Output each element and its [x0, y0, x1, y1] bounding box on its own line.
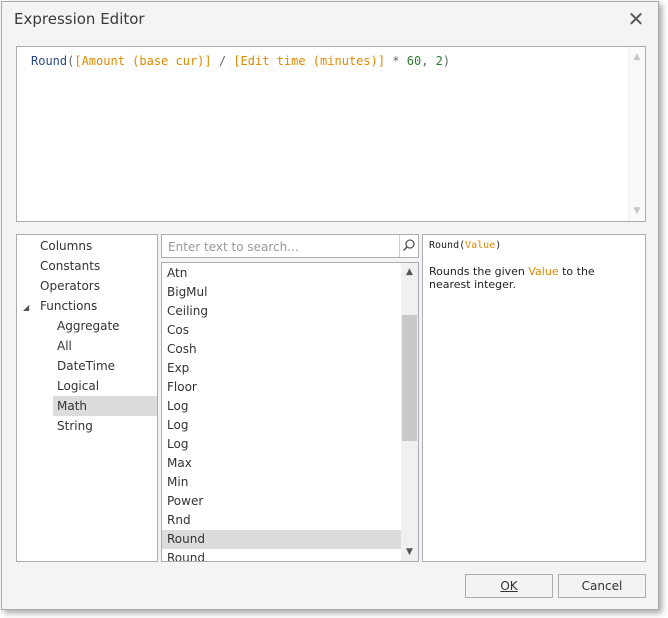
category-item-all[interactable]: All — [53, 336, 157, 356]
category-item-math[interactable]: Math — [53, 396, 157, 416]
function-list-item[interactable]: Floor — [162, 378, 405, 397]
search-input[interactable] — [166, 237, 400, 257]
expression-token: * — [385, 54, 407, 68]
collapse-arrow-icon[interactable]: ◢ — [23, 303, 29, 312]
category-tree: ◢ Columns Constants Operators Functions Aggr… — [16, 234, 158, 562]
desc-text-param: Value — [528, 265, 559, 278]
function-list-item[interactable]: Exp — [162, 359, 405, 378]
ok-button[interactable]: OK — [465, 574, 553, 598]
function-list-item[interactable]: Log — [162, 435, 405, 454]
expression-token: Round — [31, 54, 68, 68]
function-list-item[interactable]: Log — [162, 416, 405, 435]
function-list-item[interactable]: Cosh — [162, 340, 405, 359]
search-icon — [402, 239, 415, 252]
function-list-item[interactable]: Log — [162, 397, 405, 416]
signature-name: Round( — [429, 240, 466, 251]
search-box[interactable] — [161, 234, 419, 258]
function-list-item[interactable]: Power — [162, 492, 405, 511]
function-list-item[interactable]: Atn — [162, 264, 405, 283]
category-item-constants[interactable]: Constants — [36, 256, 100, 276]
expression-token: [Amount (base cur)] — [74, 54, 212, 68]
expression-token: ) — [442, 54, 451, 68]
expression-token: [Edit time (minutes)] — [233, 54, 386, 68]
category-item-datetime[interactable]: DateTime — [53, 356, 157, 376]
expression-token: 2 — [435, 54, 443, 68]
function-list-item[interactable]: BigMul — [162, 283, 405, 302]
scroll-thumb[interactable] — [402, 315, 417, 441]
expression-token: / — [211, 54, 234, 68]
expression-text-area[interactable]: Round([Amount (base cur)] / [Edit time (… — [16, 46, 646, 222]
category-item-columns[interactable]: Columns — [36, 236, 92, 256]
expression-token: 60 — [406, 54, 422, 68]
function-list-item[interactable]: Min — [162, 473, 405, 492]
function-list: Round Round Rnd Power Min Max Log Log Log Floor Ex… — [161, 262, 419, 562]
close-icon: ✕ — [627, 7, 645, 31]
function-list-item[interactable]: Ceiling — [162, 302, 405, 321]
cancel-button[interactable]: Cancel — [558, 574, 646, 598]
function-signature: Round(Value) — [429, 240, 501, 251]
search-button[interactable] — [399, 235, 418, 257]
function-list-item[interactable]: Cos — [162, 321, 405, 340]
function-description: Rounds the given Value to the nearest in… — [429, 265, 639, 291]
desc-text-before: Rounds the given — [429, 265, 529, 278]
signature-param: Value — [465, 240, 496, 251]
description-panel: Round(Value) Rounds the given Value to t… — [422, 234, 646, 562]
category-item-functions[interactable]: Functions — [36, 296, 97, 316]
scroll-up-icon[interactable]: ▲ — [401, 264, 418, 280]
function-list-item[interactable]: Round — [162, 549, 405, 561]
editor-scrollbar[interactable]: ▲ ▼ — [628, 47, 645, 221]
signature-end: ) — [495, 240, 502, 251]
expression-text[interactable]: Round([Amount (base cur)] / [Edit time (… — [31, 54, 450, 68]
category-item-operators[interactable]: Operators — [36, 276, 100, 296]
function-list-item[interactable]: Max — [162, 454, 405, 473]
scroll-up-icon[interactable]: ▲ — [629, 49, 645, 65]
scroll-down-icon[interactable]: ▼ — [401, 544, 418, 560]
function-list-item[interactable]: Round — [162, 530, 405, 549]
cancel-label: Cancel — [581, 579, 623, 593]
close-button[interactable]: ✕ — [622, 6, 650, 32]
category-item-aggregate[interactable]: Aggregate — [53, 316, 157, 336]
expression-token: , — [421, 54, 436, 68]
category-item-logical[interactable]: Logical — [53, 376, 157, 396]
ok-label: OK — [500, 579, 518, 593]
expression-editor-dialog: Expression Editor ✕ Round([Amount (base … — [1, 1, 659, 610]
title-bar: Expression Editor ✕ — [2, 2, 658, 36]
scroll-down-icon[interactable]: ▼ — [629, 203, 645, 219]
function-list-scrollbar[interactable]: ▲ ▼ — [401, 263, 418, 561]
function-list-item[interactable]: Rnd — [162, 511, 405, 530]
dialog-title: Expression Editor — [14, 10, 145, 28]
category-item-string[interactable]: String — [53, 416, 157, 436]
